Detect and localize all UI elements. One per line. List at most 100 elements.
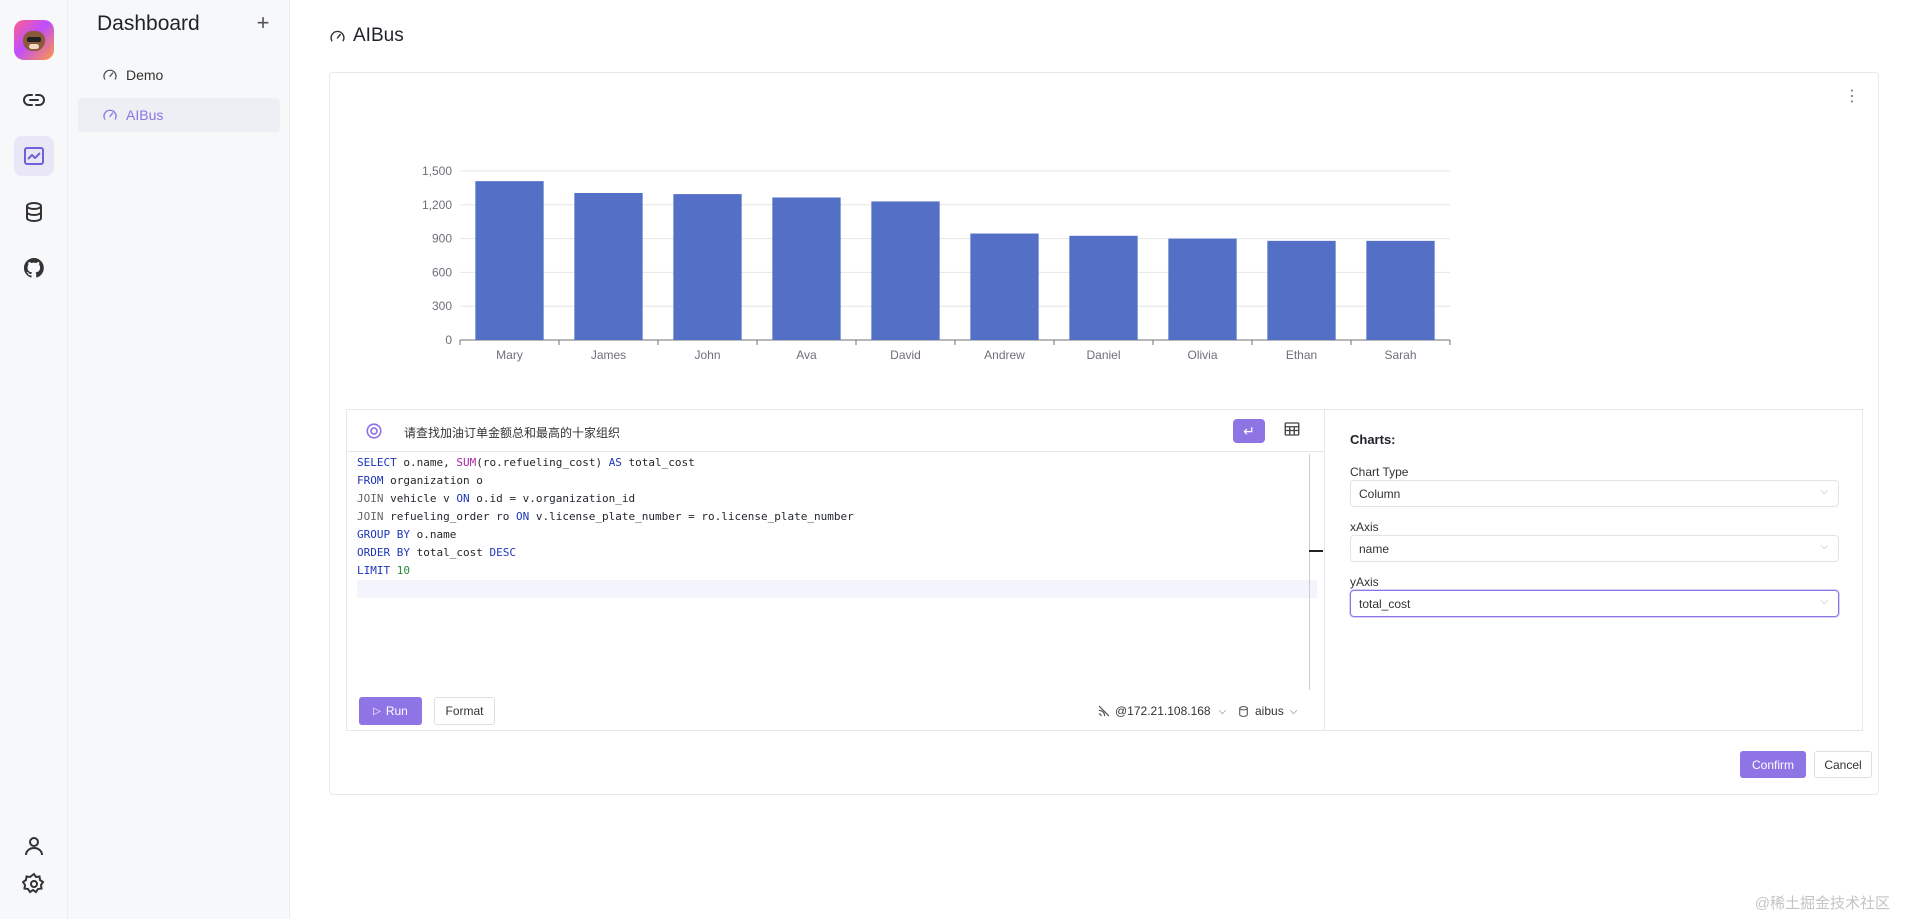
sidebar-title: Dashboard	[97, 12, 200, 35]
dashboard-icon[interactable]	[14, 136, 54, 176]
code-line: JOIN vehicle v ON o.id = v.organization_…	[357, 490, 1317, 508]
gauge-icon	[103, 109, 117, 120]
code-token: o.name	[409, 528, 457, 541]
code-token: 10	[396, 564, 410, 577]
more-options-icon[interactable]: ⋮	[1844, 89, 1860, 105]
x-tick-label: Andrew	[984, 348, 1025, 362]
add-dashboard-button[interactable]: +	[251, 10, 275, 38]
database-selector[interactable]: aibus ⌵	[1237, 704, 1297, 718]
config-heading: Charts:	[1350, 432, 1396, 447]
y-tick-label: 0	[445, 333, 452, 347]
database-icon[interactable]	[14, 192, 54, 232]
run-button-label: Run	[385, 704, 408, 718]
x-tick-label: Daniel	[1086, 348, 1120, 362]
query-panel: 请查找加油订单金额总和最高的十家组织 ↵ SELECT o.name, SUM(…	[346, 409, 1863, 731]
xaxis-select[interactable]: name ⌵	[1350, 535, 1839, 562]
yaxis-value: total_cost	[1359, 596, 1411, 611]
yaxis-select[interactable]: total_cost ⌵	[1350, 590, 1839, 617]
code-token: v.license_plate_number = ro.license_plat…	[529, 510, 854, 523]
bar	[871, 201, 940, 340]
connection-icon	[1098, 705, 1110, 717]
code-line: FROM organization o	[357, 472, 1317, 490]
y-tick-label: 1,500	[422, 164, 452, 178]
chevron-down-icon: ⌵	[1289, 705, 1298, 717]
x-tick-label: Olivia	[1187, 348, 1217, 362]
confirm-button[interactable]: Confirm	[1740, 751, 1806, 778]
prompt-bar: 请查找加油订单金额总和最高的十家组织 ↵	[347, 410, 1325, 452]
prompt-input[interactable]: 请查找加油订单金额总和最高的十家组织	[404, 424, 620, 441]
sql-code-area[interactable]: SELECT o.name, SUM(ro.refueling_cost) AS…	[357, 454, 1317, 598]
bar	[970, 233, 1039, 340]
app-logo[interactable]	[14, 20, 54, 60]
chart-type-select[interactable]: Column ⌵	[1350, 480, 1839, 507]
xaxis-label: xAxis	[1350, 520, 1379, 534]
settings-gear-icon[interactable]	[14, 864, 54, 904]
chevron-down-icon: ⌵	[1820, 541, 1828, 552]
code-token: total_cost	[409, 546, 490, 559]
code-token: LIMIT	[357, 564, 391, 577]
editor-scrollbar[interactable]	[1309, 454, 1310, 690]
sql-editor: 请查找加油订单金额总和最高的十家组织 ↵ SELECT o.name, SUM(…	[347, 410, 1325, 730]
gauge-icon	[330, 30, 345, 41]
main-area: AIBus ⋮ 0 300 600 900 1,200 1,500 Mary James Joh…	[291, 0, 1920, 919]
format-button[interactable]: Format	[434, 697, 495, 725]
bar	[475, 181, 544, 340]
y-tick-label: 600	[432, 265, 452, 279]
cancel-button[interactable]: Cancel	[1814, 751, 1872, 778]
database-icon	[1239, 705, 1248, 717]
code-token: vehicle v	[383, 492, 457, 505]
code-token: GROUP BY	[357, 528, 410, 541]
y-tick-label: 300	[432, 299, 452, 313]
xaxis-value: name	[1359, 541, 1390, 556]
code-token: o.id = v.organization_id	[469, 492, 636, 505]
bar	[574, 192, 643, 340]
user-icon[interactable]	[14, 826, 54, 866]
table-icon[interactable]	[1283, 420, 1301, 438]
submit-prompt-button[interactable]: ↵	[1233, 419, 1265, 443]
x-tick-label: David	[890, 348, 921, 362]
x-tick-label: Ethan	[1286, 348, 1317, 362]
link-icon[interactable]	[14, 80, 54, 120]
page-title: AIBus	[329, 25, 404, 47]
x-tick-label: John	[694, 348, 720, 362]
connection-label: @172.21.108.168	[1115, 704, 1211, 718]
bar	[1366, 240, 1435, 340]
sidebar-item-demo[interactable]: Demo	[78, 58, 280, 92]
code-token: (ro.refueling_cost)	[476, 456, 609, 469]
code-token: JOIN	[357, 510, 384, 523]
code-line	[357, 580, 1317, 598]
code-token: SELECT	[357, 456, 397, 469]
code-token: SUM	[456, 456, 477, 469]
bar-chart-svg: 0 300 600 900 1,200 1,500 Mary James John Ava Davi…	[422, 164, 1451, 362]
chevron-down-icon: ⌵	[1218, 705, 1227, 717]
connection-selector[interactable]: @172.21.108.168 ⌵	[1097, 704, 1226, 718]
code-token: organization o	[383, 474, 483, 487]
bar	[1168, 238, 1237, 340]
code-token: total_cost	[621, 456, 695, 469]
code-line: SELECT o.name, SUM(ro.refueling_cost) AS…	[357, 454, 1317, 472]
sidebar-item-label: Demo	[126, 67, 164, 83]
database-label: aibus	[1255, 704, 1284, 718]
sidebar-item-aibus[interactable]: AIBus	[78, 98, 280, 132]
code-line: LIMIT 10	[357, 562, 1317, 580]
code-token: refueling_order ro	[383, 510, 516, 523]
chart-card: ⋮ 0 300 600 900 1,200 1,500 Mary James John Ava Da…	[329, 72, 1879, 795]
bar	[1267, 240, 1336, 340]
chart-config: Charts: Chart Type Column ⌵ xAxis name ⌵…	[1326, 410, 1862, 730]
run-button[interactable]: ▷ Run	[359, 697, 422, 725]
play-icon: ▷	[373, 705, 381, 717]
ai-icon	[366, 423, 382, 439]
sidebar-item-label: AIBus	[126, 107, 164, 123]
code-token: DESC	[489, 546, 516, 559]
bar	[772, 197, 841, 340]
code-token: ON	[515, 510, 530, 523]
chevron-down-icon: ⌵	[1820, 486, 1828, 497]
chart-type-value: Column	[1359, 486, 1401, 501]
code-line: JOIN refueling_order ro ON v.license_pla…	[357, 508, 1317, 526]
x-tick-label: Sarah	[1384, 348, 1416, 362]
x-tick-label: Ava	[796, 348, 817, 362]
code-token: ORDER BY	[357, 546, 410, 559]
github-icon[interactable]	[14, 248, 54, 288]
x-tick-label: James	[591, 348, 626, 362]
